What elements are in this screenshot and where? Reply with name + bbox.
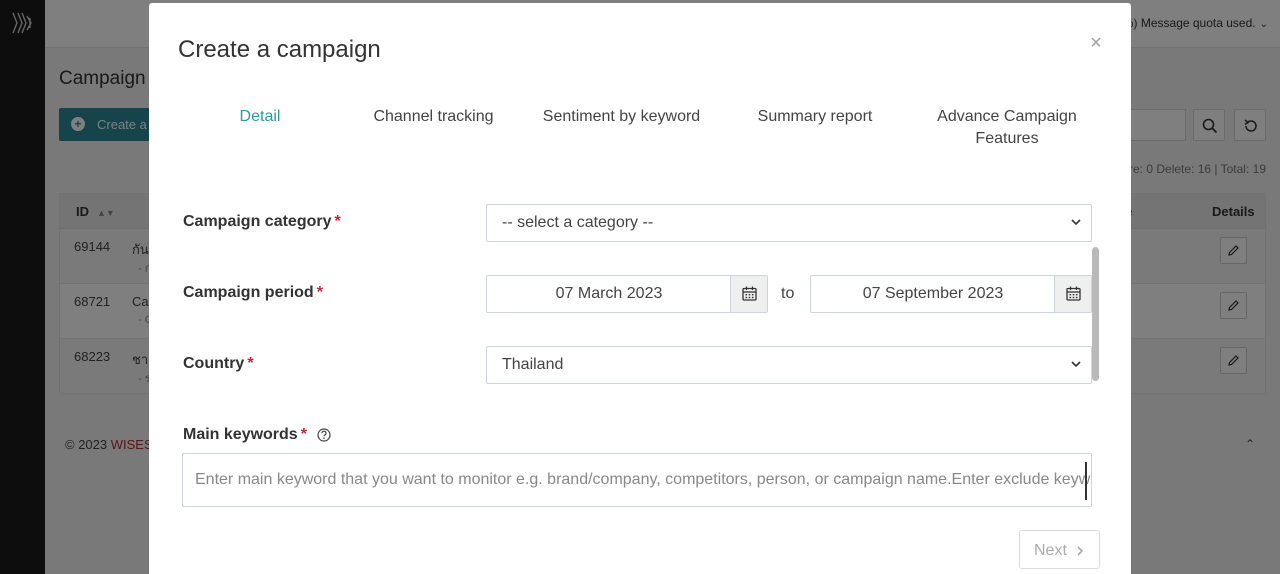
end-date-value: 07 September 2023 xyxy=(862,285,1004,302)
chevron-down-icon xyxy=(1071,361,1081,368)
main-keywords-input[interactable]: Enter main keyword that you want to moni… xyxy=(182,453,1092,507)
country-value: Thailand xyxy=(502,356,564,373)
chevron-right-icon xyxy=(1077,546,1084,556)
campaign-category-select[interactable]: -- select a category -- xyxy=(486,204,1092,242)
campaign-category-label-text: Campaign category xyxy=(183,213,332,230)
start-date-picker-button[interactable] xyxy=(730,276,767,312)
modal-title: Create a campaign xyxy=(178,36,381,63)
end-date-input[interactable]: 07 September 2023 xyxy=(810,275,1092,313)
tab-sentiment-by-keyword[interactable]: Sentiment by keyword xyxy=(539,106,704,128)
country-select[interactable]: Thailand xyxy=(486,346,1092,384)
next-button[interactable]: Next xyxy=(1019,530,1100,569)
modal-scrollbar[interactable] xyxy=(1092,247,1099,381)
close-icon[interactable]: × xyxy=(1087,33,1105,53)
required-mark: * xyxy=(247,355,254,372)
tab-advance-campaign-features[interactable]: Advance Campaign Features xyxy=(932,106,1082,150)
start-date-input[interactable]: 07 March 2023 xyxy=(486,275,768,313)
main-keywords-placeholder: Enter main keyword that you want to moni… xyxy=(195,471,1092,488)
calendar-icon xyxy=(742,286,757,301)
required-mark: * xyxy=(316,284,323,301)
tab-detail[interactable]: Detail xyxy=(221,106,299,128)
period-to-label: to xyxy=(781,285,795,302)
create-campaign-modal: Create a campaign × Detail Channel track… xyxy=(149,3,1131,574)
tab-channel-tracking[interactable]: Channel tracking xyxy=(370,106,497,128)
campaign-category-value: -- select a category -- xyxy=(502,214,654,231)
main-keywords-label-text: Main keywords xyxy=(183,426,298,443)
campaign-category-label: Campaign category * xyxy=(183,213,341,231)
text-caret xyxy=(1085,462,1087,500)
end-date-picker-button[interactable] xyxy=(1054,276,1091,312)
chevron-down-icon xyxy=(1071,219,1081,226)
country-label: Country * xyxy=(183,355,254,373)
campaign-period-label-text: Campaign period xyxy=(183,284,314,301)
tab-summary-report[interactable]: Summary report xyxy=(751,106,879,128)
help-icon[interactable] xyxy=(317,428,331,442)
start-date-value: 07 March 2023 xyxy=(555,285,663,302)
main-keywords-label: Main keywords * xyxy=(183,426,307,444)
required-mark: * xyxy=(334,213,341,230)
country-label-text: Country xyxy=(183,355,245,372)
campaign-period-label: Campaign period * xyxy=(183,284,323,302)
required-mark: * xyxy=(300,426,307,443)
next-button-label: Next xyxy=(1034,542,1067,559)
calendar-icon xyxy=(1066,286,1081,301)
